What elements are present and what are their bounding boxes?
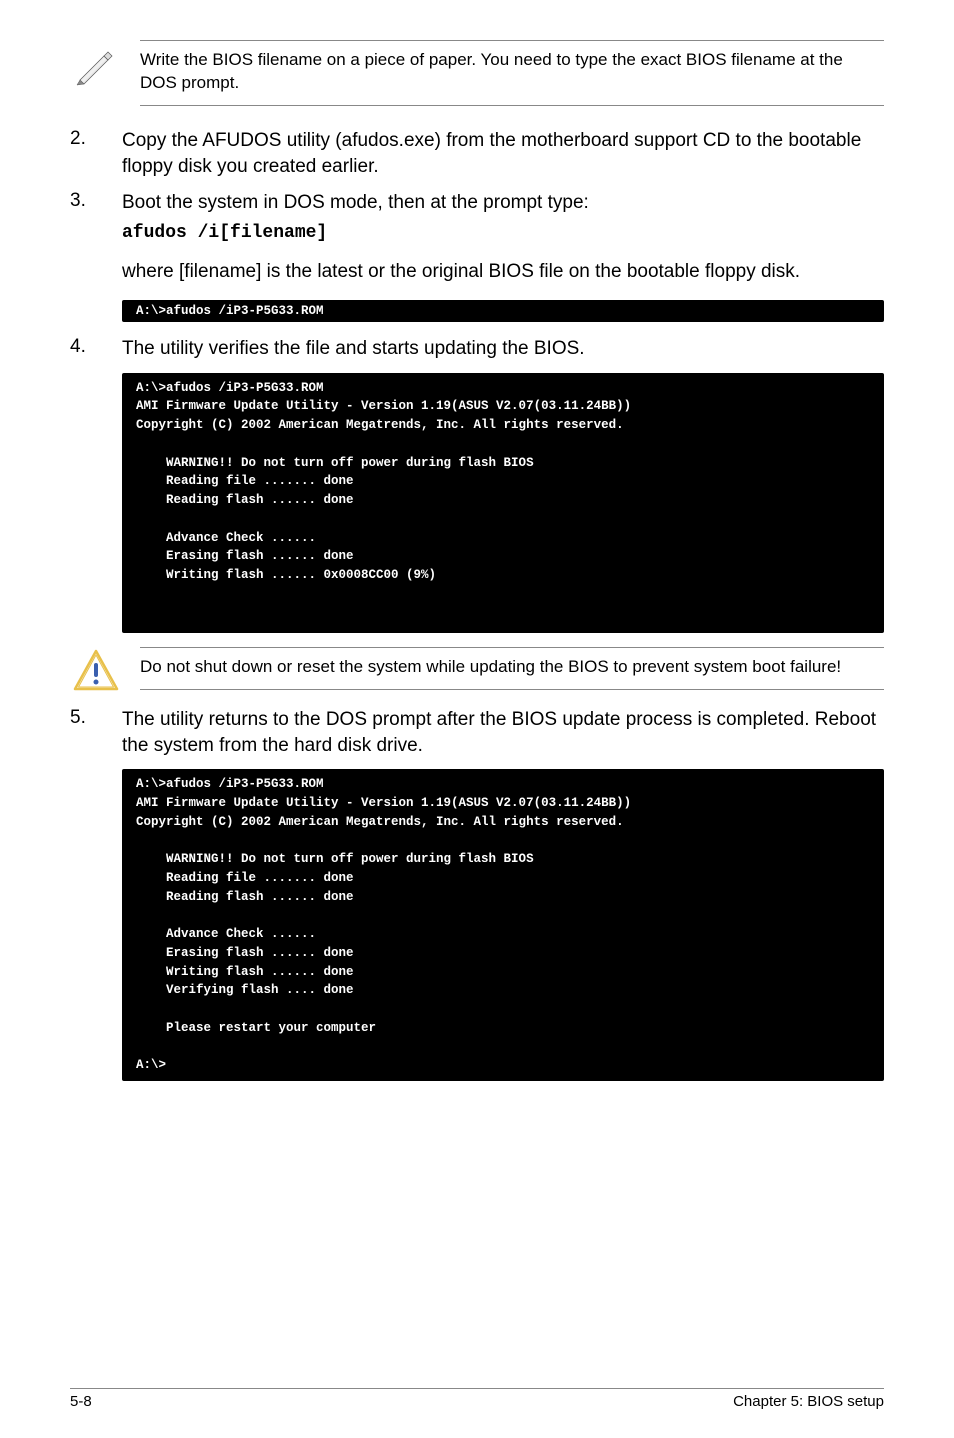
step-3-code: afudos /i[filename] <box>122 221 884 246</box>
step-2: 2. Copy the AFUDOS utility (afudos.exe) … <box>70 128 884 180</box>
terminal-output-1: A:\>afudos /iP3-P5G33.ROM <box>122 300 884 323</box>
pencil-icon <box>70 40 122 86</box>
step-number: 4. <box>70 336 102 362</box>
where-paragraph: where [filename] is the latest or the or… <box>122 259 884 285</box>
step-text: Boot the system in DOS mode, then at the… <box>122 190 884 245</box>
step-text: The utility returns to the DOS prompt af… <box>122 707 884 759</box>
step-number: 5. <box>70 707 102 759</box>
terminal-output-2: A:\>afudos /iP3-P5G33.ROM AMI Firmware U… <box>122 373 884 633</box>
warning-icon <box>70 647 122 691</box>
step-4: 4. The utility verifies the file and sta… <box>70 336 884 362</box>
page-number: 5-8 <box>70 1393 92 1410</box>
warning-callout: Do not shut down or reset the system whi… <box>70 647 884 691</box>
step-3-text: Boot the system in DOS mode, then at the… <box>122 192 589 213</box>
step-text: The utility verifies the file and starts… <box>122 336 884 362</box>
step-number: 3. <box>70 190 102 245</box>
step-number: 2. <box>70 128 102 180</box>
step-text: Copy the AFUDOS utility (afudos.exe) fro… <box>122 128 884 180</box>
warning-text: Do not shut down or reset the system whi… <box>140 647 884 690</box>
page-footer: 5-8 Chapter 5: BIOS setup <box>70 1388 884 1410</box>
step-3: 3. Boot the system in DOS mode, then at … <box>70 190 884 245</box>
terminal-output-3: A:\>afudos /iP3-P5G33.ROM AMI Firmware U… <box>122 769 884 1081</box>
chapter-label: Chapter 5: BIOS setup <box>733 1393 884 1410</box>
note-callout: Write the BIOS filename on a piece of pa… <box>70 40 884 106</box>
step-5: 5. The utility returns to the DOS prompt… <box>70 707 884 759</box>
note-text: Write the BIOS filename on a piece of pa… <box>140 40 884 106</box>
